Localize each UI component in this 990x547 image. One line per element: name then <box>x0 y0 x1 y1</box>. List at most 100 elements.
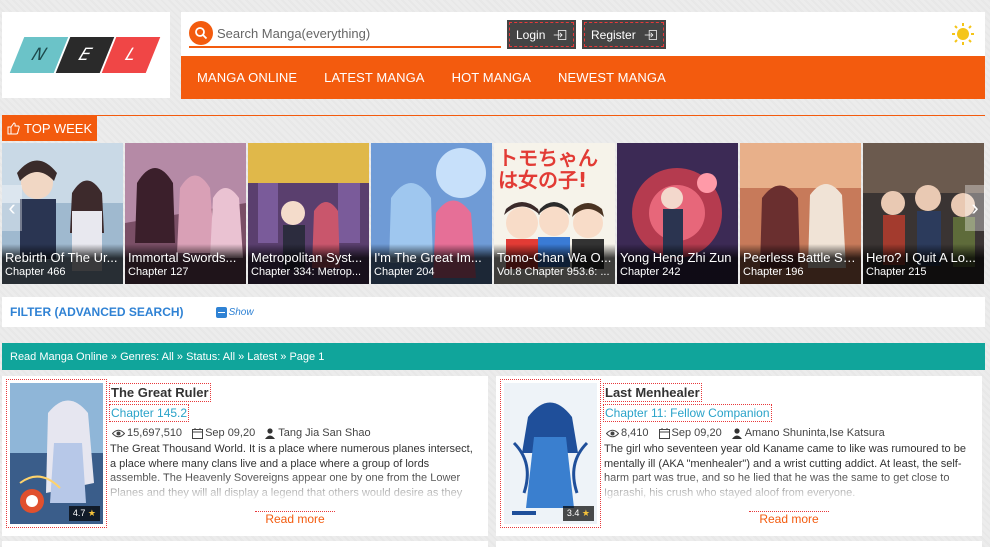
carousel-prev-button[interactable]: ‹ <box>2 185 22 231</box>
author-name: Tang Jia San Shao <box>278 427 371 439</box>
logo-mark: N E L <box>9 37 161 73</box>
update-date: Sep 09,20 <box>671 427 722 439</box>
search-icon[interactable] <box>189 21 213 45</box>
chevron-left-icon: ‹ <box>8 195 16 220</box>
carousel-title: Yong Heng Zhi Zun <box>620 250 732 265</box>
topweek-header: TOP WEEK <box>2 115 97 141</box>
carousel-caption: Peerless Battle Sp... Chapter 196 <box>740 244 861 284</box>
carousel-caption: Tomo-Chan Wa O... Vol.8 Chapter 953.6: .… <box>494 244 615 284</box>
eye-icon <box>606 429 619 437</box>
carousel-title: I'm The Great Im... <box>374 250 482 265</box>
filter-title[interactable]: FILTER (ADVANCED SEARCH) <box>10 305 184 319</box>
carousel-chapter: Chapter 204 <box>374 266 435 278</box>
read-more-label: Read more <box>749 511 829 526</box>
next-card-row <box>2 541 488 547</box>
user-icon <box>731 427 742 439</box>
breadcrumb: Read Manga Online » Genres: All » Status… <box>2 343 985 370</box>
carousel-caption: Hero? I Quit A Lo... Chapter 215 <box>863 244 984 284</box>
carousel-item[interactable]: Peerless Battle Sp... Chapter 196 <box>740 143 861 284</box>
carousel-caption: I'm The Great Im... Chapter 204 <box>371 244 492 284</box>
carousel-chapter: Chapter 242 <box>620 266 681 278</box>
carousel-title: Hero? I Quit A Lo... <box>866 250 976 265</box>
user-icon <box>265 427 276 439</box>
carousel-caption: Immortal Swords... Chapter 127 <box>125 244 246 284</box>
carousel-title: Tomo-Chan Wa O... <box>497 250 612 265</box>
minus-square-icon <box>215 306 227 318</box>
filter-show-toggle[interactable]: Show <box>215 306 254 318</box>
author-meta: Tang Jia San Shao <box>265 427 371 439</box>
manga-card: 4.7 ★ The Great Ruler Chapter 145.2 15,6… <box>2 376 488 536</box>
rating-badge: 4.7 ★ <box>68 506 100 521</box>
carousel-caption: Yong Heng Zhi Zun Chapter 242 <box>617 244 738 284</box>
carousel-item[interactable]: Immortal Swords... Chapter 127 <box>125 143 246 284</box>
date-meta: Sep 09,20 <box>192 427 255 439</box>
carousel-chapter: Chapter 334: Metrop... <box>251 266 362 278</box>
cover-image: 4.7 ★ <box>10 383 103 524</box>
star-icon: ★ <box>87 508 96 518</box>
filter-panel: FILTER (ADVANCED SEARCH) Show <box>2 297 985 327</box>
cover-title-text: トモちゃんは女の子! <box>498 146 598 192</box>
manga-title[interactable]: The Great Ruler <box>109 383 211 402</box>
manga-cover[interactable]: 4.7 ★ <box>6 379 107 528</box>
carousel-item[interactable]: Metropolitan Syst... Chapter 334: Metrop… <box>248 143 369 284</box>
views-meta: 15,697,510 <box>112 427 182 439</box>
nav-manga-online[interactable]: MANGA ONLINE <box>181 70 297 85</box>
manga-title[interactable]: Last Menhealer <box>603 383 702 402</box>
author-name: Amano Shuninta,Ise Katsura <box>744 427 885 439</box>
carousel-next-button[interactable]: › <box>965 185 985 231</box>
description-fade <box>604 472 976 500</box>
carousel-item[interactable]: Yong Heng Zhi Zun Chapter 242 <box>617 143 738 284</box>
manga-chapter-link[interactable]: Chapter 145.2 <box>108 404 190 422</box>
manga-meta: 8,410 Sep 09,20 Amano Shuninta,Ise Katsu… <box>606 427 895 439</box>
rating-badge: 3.4 ★ <box>562 506 594 521</box>
search-box <box>189 20 501 48</box>
star-icon: ★ <box>581 508 590 518</box>
carousel-title: Metropolitan Syst... <box>251 250 363 265</box>
carousel-item[interactable]: I'm The Great Im... Chapter 204 <box>371 143 492 284</box>
read-more-link[interactable]: Read more <box>604 511 974 526</box>
nav-hot-manga[interactable]: HOT MANGA <box>436 70 531 85</box>
main-nav: MANGA ONLINE LATEST MANGA HOT MANGA NEWE… <box>181 56 985 99</box>
carousel-chapter: Chapter 196 <box>743 266 804 278</box>
breadcrumb-text: Read Manga Online » Genres: All » Status… <box>10 350 325 363</box>
read-more-link[interactable]: Read more <box>110 511 480 526</box>
carousel-chapter: Chapter 466 <box>5 266 66 278</box>
calendar-icon <box>192 427 204 439</box>
search-input[interactable] <box>217 25 487 41</box>
read-more-label: Read more <box>255 511 335 526</box>
next-card-row <box>496 541 982 547</box>
chevron-right-icon: › <box>971 195 979 220</box>
nav-newest-manga[interactable]: NEWEST MANGA <box>542 70 666 85</box>
views-count: 8,410 <box>621 427 649 439</box>
header-bar: Login Register <box>181 12 985 56</box>
login-label: Login <box>516 27 546 42</box>
carousel-caption: Metropolitan Syst... Chapter 334: Metrop… <box>248 244 369 284</box>
carousel-title: Immortal Swords... <box>128 250 237 265</box>
nav-latest-manga[interactable]: LATEST MANGA <box>308 70 424 85</box>
thumbs-up-icon <box>7 121 20 134</box>
views-count: 15,697,510 <box>127 427 183 439</box>
register-button[interactable]: Register <box>582 20 666 49</box>
description-fade <box>110 472 482 500</box>
topweek-divider <box>2 115 985 116</box>
filter-show-label: Show <box>228 306 254 318</box>
carousel-item[interactable]: トモちゃんは女の子! Tomo-Chan Wa O... Vol.8 Chapt… <box>494 143 615 284</box>
manga-cover[interactable]: 3.4 ★ <box>500 379 601 528</box>
topweek-carousel: Rebirth Of The Ur... Chapter 466 Immorta… <box>2 143 985 284</box>
carousel-title: Peerless Battle Sp... <box>743 250 858 265</box>
manga-card: 3.4 ★ Last Menhealer Chapter 11: Fellow … <box>496 376 982 536</box>
login-button[interactable]: Login <box>507 20 576 49</box>
manga-meta: 15,697,510 Sep 09,20 Tang Jia San Shao <box>112 427 381 439</box>
carousel-chapter: Chapter 127 <box>128 266 189 278</box>
carousel-chapter: Chapter 215 <box>866 266 927 278</box>
update-date: Sep 09,20 <box>205 427 256 439</box>
author-meta: Amano Shuninta,Ise Katsura <box>731 427 885 439</box>
views-meta: 8,410 <box>606 427 649 439</box>
register-label: Register <box>591 27 636 42</box>
theme-toggle-sun-icon[interactable] <box>951 22 975 46</box>
rating-value: 3.4 <box>566 508 580 518</box>
site-logo[interactable]: N E L <box>2 12 170 98</box>
topweek-label: TOP WEEK <box>24 120 93 136</box>
manga-chapter-link[interactable]: Chapter 11: Fellow Companion <box>603 404 772 422</box>
date-meta: Sep 09,20 <box>658 427 722 439</box>
